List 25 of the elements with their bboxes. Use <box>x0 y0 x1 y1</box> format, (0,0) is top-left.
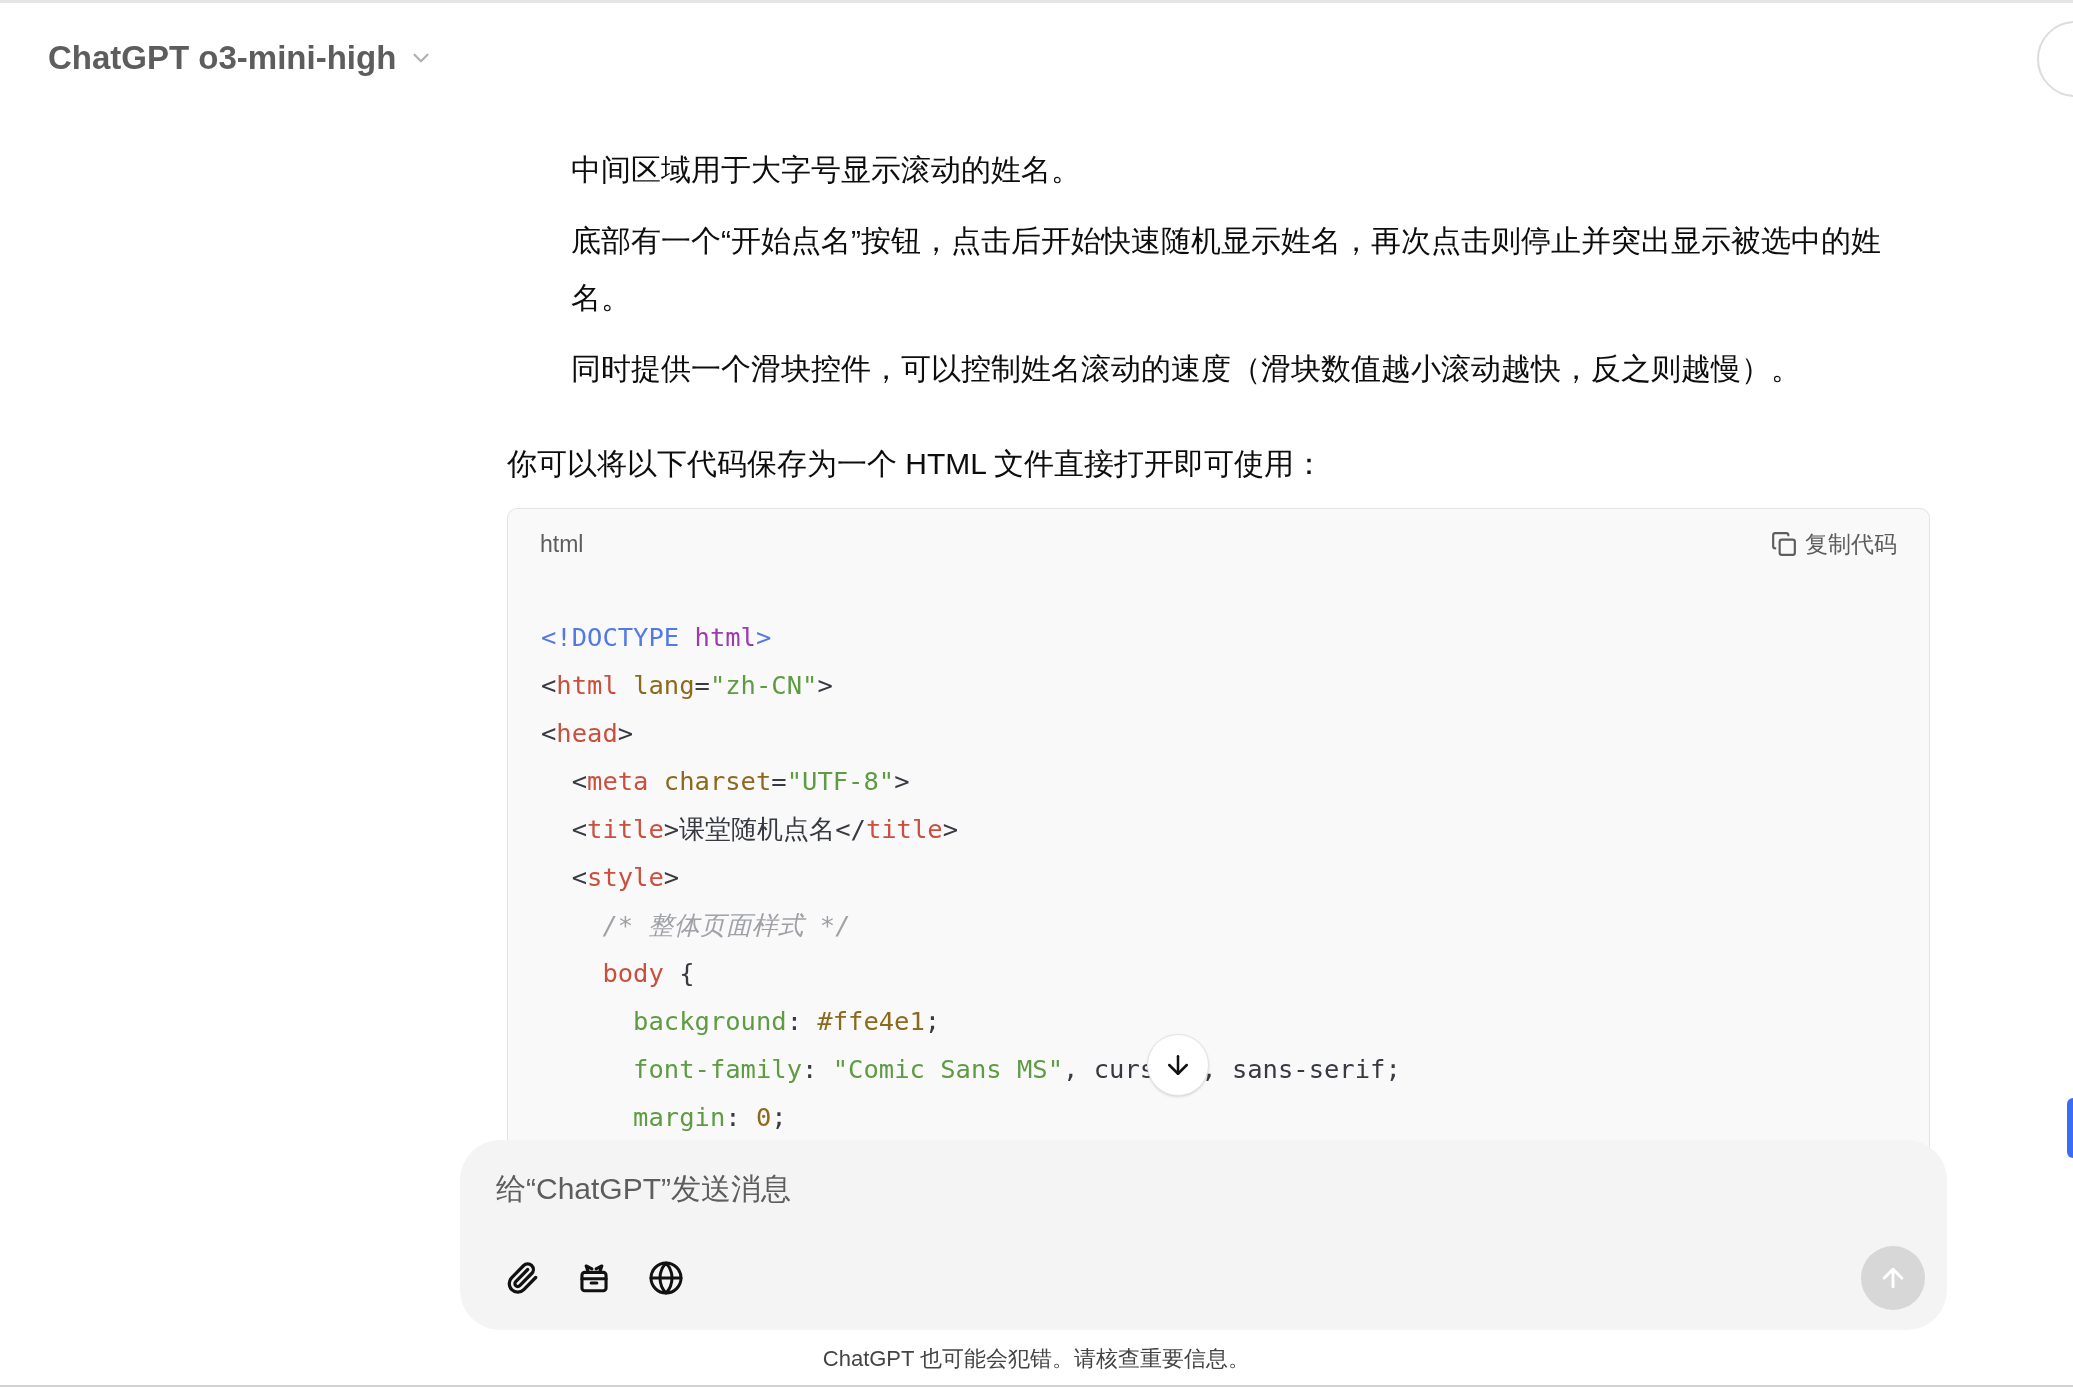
code-line: <head> <box>541 717 635 750</box>
message-composer[interactable]: 给“ChatGPT”发送消息 <box>460 1140 1947 1330</box>
list-item-text: 中间区域用于大字号显示滚动的姓名。 <box>571 152 1082 188</box>
code-line: body { <box>601 957 696 990</box>
list-item-text: 同时提供一个滑块控件，可以控制姓名滚动的速度（滑块数值越小滚动越快，反之则越慢）。 <box>571 351 1802 387</box>
globe-icon <box>648 1260 684 1296</box>
code-line: /* 整体页面样式 */ <box>601 909 852 942</box>
model-selector[interactable]: ChatGPT o3-mini-high <box>48 33 435 83</box>
code-language-label: html <box>540 529 584 559</box>
code-line: <!DOCTYPE html> <box>541 621 773 654</box>
code-line: <html lang="zh-CN"> <box>541 669 834 702</box>
side-tab[interactable] <box>2067 1098 2073 1158</box>
code-line: <title>课堂随机点名</title> <box>570 813 959 846</box>
disclaimer-text: ChatGPT 也可能会犯错。请核查重要信息。 <box>822 1345 1251 1373</box>
code-line: margin: 0; <box>632 1101 788 1134</box>
code-line: <style> <box>570 861 681 894</box>
message-input[interactable]: 给“ChatGPT”发送消息 <box>496 1166 1911 1210</box>
copy-code-button[interactable]: 复制代码 <box>1771 526 1897 562</box>
intro-text: 你可以将以下代码保存为一个 HTML 文件直接打开即可使用： <box>507 446 1326 482</box>
list-item-text: 底部有一个“开始点名”按钮，点击后开始快速随机显示姓名，再次点击则停止并突出显示被选中的姓名。 <box>571 223 1882 316</box>
copy-icon <box>1771 531 1797 557</box>
code-line: background: #ffe4e1; <box>632 1005 942 1038</box>
code-line: <meta charset="UTF-8"> <box>570 765 911 798</box>
paperclip-icon <box>505 1261 539 1295</box>
toolbox-icon <box>577 1261 611 1295</box>
